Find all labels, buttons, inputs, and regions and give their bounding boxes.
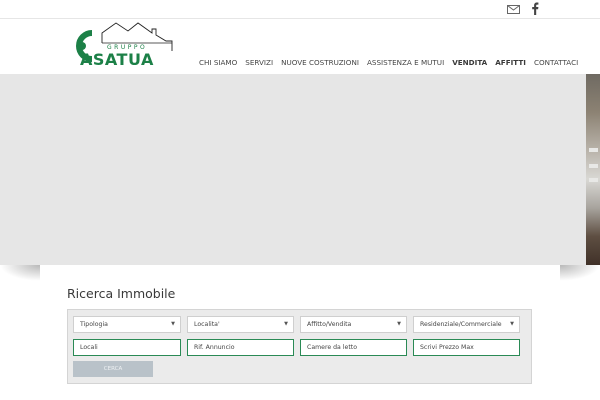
window-shape [589,164,598,168]
rif-annuncio-input[interactable] [187,339,294,356]
panel-shadow-left [0,265,40,281]
window-shape [589,148,598,152]
window-shape [589,178,598,182]
localita-select[interactable]: Localita' ▼ [187,316,294,333]
locali-input[interactable] [73,339,181,356]
categoria-value: Residenziale/Commerciale [420,321,502,328]
nav-item-chi-siamo[interactable]: CHI SIAMO [199,58,237,67]
logo[interactable]: GRUPPO ASATUA [66,21,184,71]
nav-item-servizi[interactable]: SERVIZI [245,58,273,67]
chevron-down-icon: ▼ [284,321,288,327]
mail-icon[interactable] [507,5,520,14]
categoria-select[interactable]: Residenziale/Commerciale ▼ [413,316,520,333]
nav-item-vendita[interactable]: VENDITA [452,58,487,67]
prezzo-max-input[interactable] [413,339,520,356]
nav-item-assistenza-mutui[interactable]: ASSISTENZA E MUTUI [367,58,444,67]
nav-item-nuove-costruzioni[interactable]: NUOVE COSTRUZIONI [281,58,359,67]
localita-value: Localita' [194,321,220,328]
chevron-down-icon: ▼ [171,321,175,327]
tipologia-select[interactable]: Tipologia ▼ [73,316,181,333]
chevron-down-icon: ▼ [510,321,514,327]
site-header: GRUPPO ASATUA CHI SIAMO SERVIZI NUOVE CO… [0,19,600,75]
contratto-select[interactable]: Affitto/Vendita ▼ [300,316,407,333]
search-form: Tipologia ▼ Localita' ▼ Affitto/Vendita … [67,309,532,384]
facebook-icon[interactable] [531,2,539,15]
tipologia-value: Tipologia [80,321,108,328]
cerca-button[interactable]: CERCA [73,361,153,377]
top-bar [0,0,600,19]
main-nav: CHI SIAMO SERVIZI NUOVE COSTRUZIONI ASSI… [199,56,578,68]
chevron-down-icon: ▼ [397,321,401,327]
camere-input[interactable] [300,339,407,356]
hero-slider [0,74,586,265]
nav-item-affitti[interactable]: AFFITTI [495,58,526,67]
search-title: Ricerca Immobile [67,286,176,301]
panel-shadow-right [560,265,600,281]
logo-wordmark: ASATUA [80,50,154,69]
hero-photo-edge [586,74,600,265]
nav-item-contattaci[interactable]: CONTATTACI [534,58,578,67]
contratto-value: Affitto/Vendita [307,321,352,328]
